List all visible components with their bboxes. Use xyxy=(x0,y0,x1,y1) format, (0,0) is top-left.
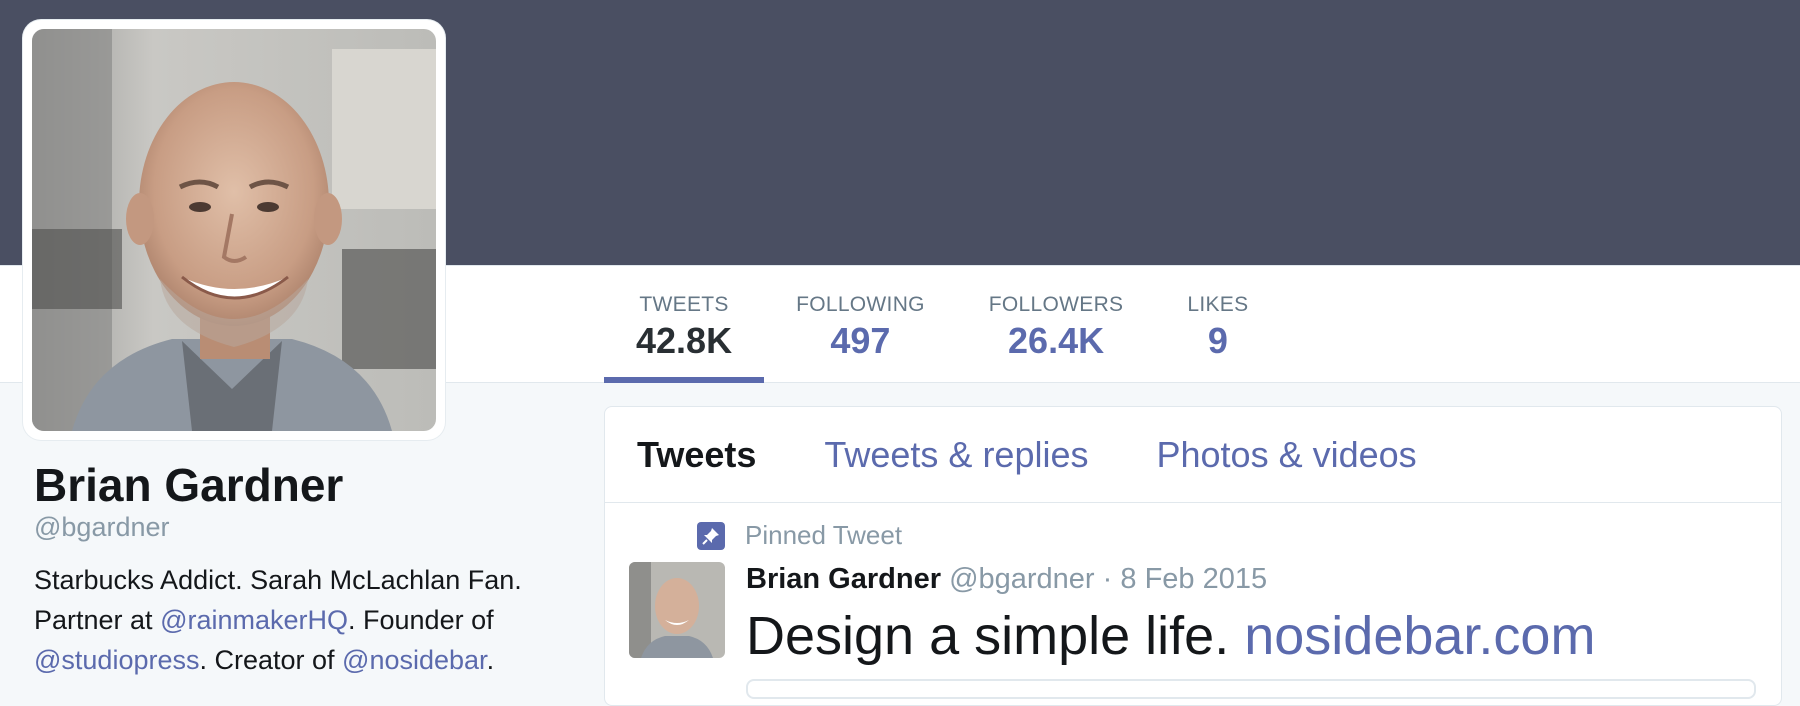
avatar-photo xyxy=(32,29,436,431)
tab-tweets-and-replies[interactable]: Tweets & replies xyxy=(824,434,1088,476)
stat-followers[interactable]: FOLLOWERS 26.4K xyxy=(957,265,1156,383)
timeline-tabs: Tweets Tweets & replies Photos & videos xyxy=(605,407,1781,503)
tweet-date[interactable]: 8 Feb 2015 xyxy=(1120,563,1267,595)
tweet-avatar-photo xyxy=(629,562,725,658)
bio-line-2: Partner at @rainmakerHQ. Founder of xyxy=(34,600,574,640)
tab-tweets[interactable]: Tweets xyxy=(637,434,756,476)
tweet-header: Brian Gardner @bgardner · 8 Feb 2015 xyxy=(746,561,1267,597)
profile-stats: TWEETS 42.8K FOLLOWING 497 FOLLOWERS 26.… xyxy=(604,265,1280,383)
tweet-avatar[interactable] xyxy=(629,562,725,658)
tweet-link[interactable]: nosidebar.com xyxy=(1244,606,1595,666)
stat-following[interactable]: FOLLOWING 497 xyxy=(764,265,957,383)
mention-link-rainmakerhq[interactable]: @rainmakerHQ xyxy=(160,605,348,635)
stat-value: 26.4K xyxy=(1008,320,1105,361)
profile-handle[interactable]: @bgardner xyxy=(34,510,574,544)
bio-text: Partner at xyxy=(34,605,161,635)
pin-glyph xyxy=(702,527,719,545)
pinned-tweet-indicator: Pinned Tweet xyxy=(697,520,902,551)
tab-photos-and-videos[interactable]: Photos & videos xyxy=(1157,434,1417,476)
stat-value: 9 xyxy=(1207,320,1228,361)
bio-line-1: Starbucks Addict. Sarah McLachlan Fan. xyxy=(34,565,522,595)
tweet-text: Design a simple life. nosidebar.com xyxy=(746,603,1595,669)
stat-value: 497 xyxy=(830,320,891,361)
stat-value: 42.8K xyxy=(636,320,733,361)
profile-name[interactable]: Brian Gardner xyxy=(34,458,574,512)
bio-text: . Founder of xyxy=(348,605,494,635)
bio-line-3: @studiopress. Creator of @nosidebar. xyxy=(34,640,574,680)
stat-label: FOLLOWING xyxy=(796,293,925,316)
mention-link-nosidebar[interactable]: @nosidebar xyxy=(342,645,487,675)
bio-text: . xyxy=(486,645,495,675)
tweet-body: Design a simple life. xyxy=(746,606,1245,666)
bio-text: . Creator of xyxy=(199,645,343,675)
tweet-author-handle[interactable]: @bgardner xyxy=(949,563,1095,595)
stat-label: TWEETS xyxy=(639,293,729,316)
profile-bio: Starbucks Addict. Sarah McLachlan Fan. P… xyxy=(34,560,574,680)
pin-icon xyxy=(697,521,725,550)
timeline-panel: Tweets Tweets & replies Photos & videos … xyxy=(604,406,1782,706)
tweet-card-preview[interactable] xyxy=(746,679,1756,699)
tweet-author-name[interactable]: Brian Gardner xyxy=(746,563,941,595)
stat-label: FOLLOWERS xyxy=(988,293,1124,316)
pinned-tweet-label: Pinned Tweet xyxy=(745,520,903,550)
tweet-separator: · xyxy=(1102,563,1113,595)
stat-label: LIKES xyxy=(1187,293,1249,316)
profile-avatar[interactable] xyxy=(23,20,445,440)
stat-tweets[interactable]: TWEETS 42.8K xyxy=(604,265,765,383)
stat-likes[interactable]: LIKES 9 xyxy=(1155,265,1280,383)
profile-card: Brian Gardner @bgardner Starbucks Addict… xyxy=(34,458,574,680)
mention-link-studiopress[interactable]: @studiopress xyxy=(34,645,199,675)
